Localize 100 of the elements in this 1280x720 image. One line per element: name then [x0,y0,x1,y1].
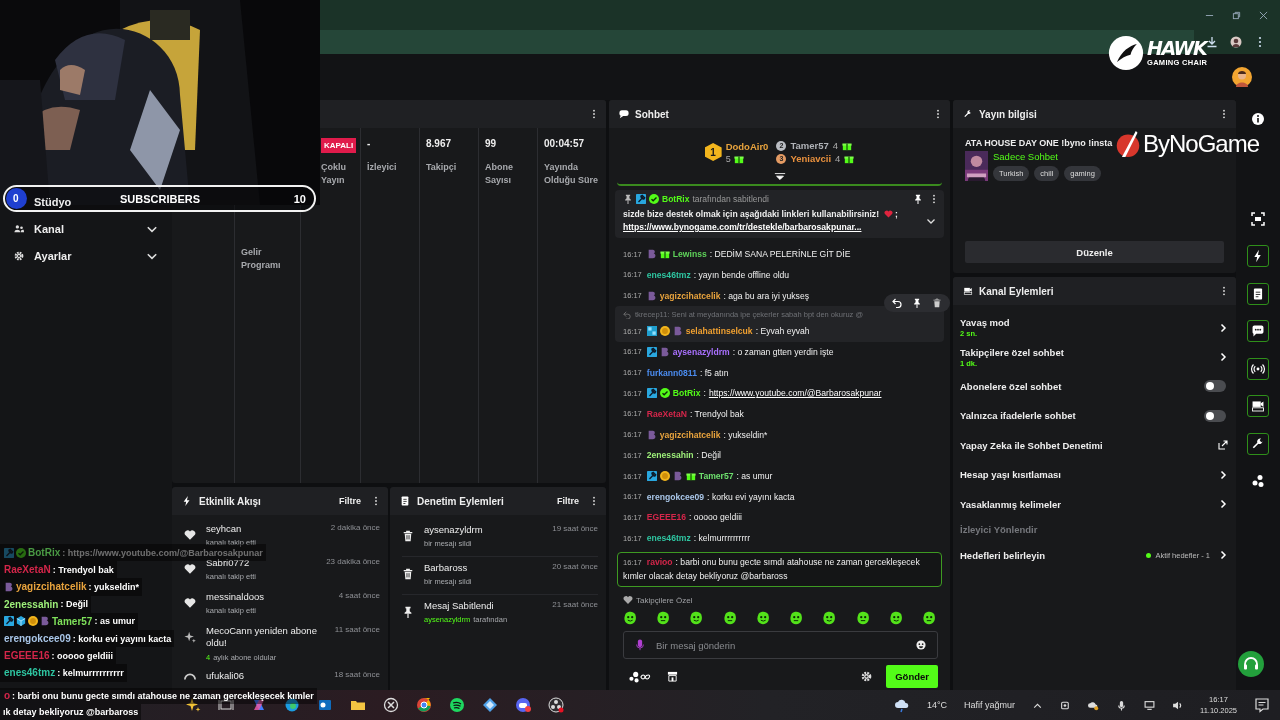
recorder-icon[interactable] [548,697,564,713]
message-input[interactable]: Bir mesaj gönderin [623,631,938,660]
pin-icon[interactable] [913,194,923,204]
store-icon[interactable] [667,671,678,683]
emote-icon[interactable] [689,611,704,626]
username[interactable]: enes46tmz [646,533,691,544]
bolt-icon[interactable] [1247,245,1269,267]
chevron-right-icon[interactable] [1218,352,1228,363]
emote-icon[interactable] [623,611,637,626]
user-avatar-icon[interactable] [1232,67,1252,87]
username[interactable]: yagizcihatcelik [659,429,721,440]
pin-icon[interactable] [912,297,922,308]
browser-icon[interactable] [284,697,300,713]
pinned-link[interactable]: https://www.bynogame.com/tr/destekle/barbarosakpunar... [623,221,862,232]
action-label[interactable]: Yavaş mod [960,317,1210,329]
message-link[interactable]: https://www.youtube.com/@Barbarosakpunar [708,388,882,399]
kebab-icon[interactable] [932,194,936,204]
chevron-right-icon[interactable] [1218,499,1228,510]
headset-button[interactable] [1238,651,1264,677]
username[interactable]: EGEEE16 [646,512,686,523]
points-icon[interactable] [627,670,653,683]
message-text: : yukseldin* [88,581,140,592]
username[interactable]: BotRix [662,194,690,204]
close-icon[interactable] [1259,10,1268,20]
sparkle-icon[interactable] [185,697,201,713]
profile-avatar-icon[interactable] [1230,36,1242,48]
action-label[interactable]: Yapay Zeka ile Sohbet Denetimi [960,439,1210,451]
emoji-icon[interactable] [916,639,926,652]
username[interactable]: furkann0811 [646,367,697,378]
trash-icon[interactable] [932,297,942,308]
wrench-icon[interactable] [1247,432,1269,455]
kebab-icon[interactable] [592,496,596,506]
emote-icon[interactable] [888,611,903,626]
undo-icon[interactable] [892,297,902,308]
kebab-icon[interactable] [592,109,596,119]
username[interactable]: 2enessahin [646,450,694,461]
username[interactable]: BotRix [672,388,701,399]
cloud-icon[interactable] [1088,699,1099,711]
chrome-icon[interactable] [416,697,432,713]
sidebar-item[interactable]: Kanal [0,215,172,242]
restore-icon[interactable] [1232,10,1241,20]
action-label[interactable]: Yasaklanmış kelimeler [960,498,1210,510]
username[interactable]: ravioo [646,556,673,570]
category-link[interactable]: Sadece Sohbet [993,151,1101,162]
action-label[interactable]: Hesap yaşı kısıtlaması [960,469,1210,481]
emote-icon[interactable] [722,611,737,626]
discord-icon[interactable] [515,697,531,713]
action-label[interactable]: Yalnızca ifadelerle sohbet [960,410,1196,422]
send-button[interactable]: Gönder [886,665,938,689]
kebab-icon[interactable] [374,496,378,506]
emote-icon[interactable] [822,611,837,626]
microphone-icon[interactable] [1116,699,1127,711]
message-text: : kelmurrrrrrrrrr [57,667,124,678]
username[interactable]: yagizcihatcelik [659,290,721,301]
kebab-icon[interactable] [936,109,940,119]
toggle-switch[interactable] [1204,409,1226,422]
stat-label: Çoklu Yayın [321,161,347,188]
network-icon[interactable] [1144,699,1155,711]
chevron-right-icon[interactable] [1218,550,1228,561]
filter-button[interactable]: Filtre [339,496,361,506]
notification-icon[interactable] [1254,697,1270,713]
username[interactable]: RaeXetaN [646,408,687,419]
collapse-icon[interactable] [773,172,786,182]
edit-button[interactable]: Düzenle [965,241,1224,263]
external-link-icon[interactable] [1218,440,1228,451]
broadcast-icon[interactable] [1247,357,1269,380]
username[interactable]: selahattinselcuk [685,326,753,337]
username[interactable]: aysenazyldrm [672,346,730,357]
username[interactable]: enes46tmz [646,269,691,280]
panel-title: Sohbet [635,108,669,120]
document-icon[interactable] [1247,282,1269,305]
volume-icon[interactable] [1172,699,1183,711]
kebab-icon[interactable] [1222,109,1226,119]
sidebar-item[interactable]: Ayarlar [0,242,172,269]
music-icon[interactable] [449,697,465,713]
action-label[interactable]: Abonelere özel sohbet [960,380,1196,392]
emote-icon[interactable] [921,611,936,626]
filter-button[interactable]: Filtre [557,496,579,506]
emote-icon[interactable] [789,611,804,626]
mail-icon[interactable] [317,697,333,713]
kebab-icon[interactable] [1222,286,1226,296]
username[interactable]: erengokcee09 [646,491,705,502]
weather-icon[interactable] [893,697,910,713]
event-title: Barbaross [424,562,468,575]
sidebar-item[interactable]: Stüdyo [30,188,76,215]
chevron-right-icon[interactable] [1218,322,1228,333]
emote-icon[interactable] [855,611,870,626]
camera-icon[interactable] [1247,395,1269,417]
action-label[interactable]: Takipçilere özel sohbet [960,346,1210,358]
game-icon[interactable] [383,697,399,713]
chat-icon[interactable] [1247,320,1269,342]
chevron-right-icon[interactable] [1218,469,1228,480]
emote-icon[interactable] [656,611,671,626]
app-icon[interactable] [482,697,498,713]
action-label[interactable]: Hedefleri belirleyin [960,549,1139,561]
camera-icon[interactable] [1060,699,1071,711]
username[interactable]: Tamer57 [698,471,734,481]
toggle-switch[interactable] [1204,380,1226,393]
emote-icon[interactable] [755,611,770,626]
username[interactable]: Lewinss [672,249,707,260]
